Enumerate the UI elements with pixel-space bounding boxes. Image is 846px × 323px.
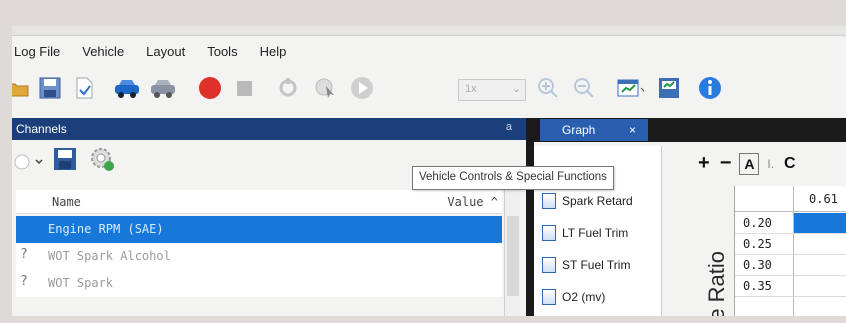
graph-item[interactable]: ST Fuel Trim [542,250,630,280]
app-window: Log File Vehicle Layout Tools Help 1x ⌄ … [12,26,846,316]
table-row[interactable]: 0.25 [735,234,846,255]
channels-scrollbar[interactable] [504,190,520,316]
info-icon[interactable] [696,74,724,102]
zoom-in-icon[interactable] [534,74,562,102]
save-channels-icon[interactable] [52,146,88,177]
vehicle-disconnect-icon[interactable] [148,74,176,102]
remove-button[interactable]: − [720,152,732,175]
column-name[interactable]: Name [52,195,81,209]
table-row[interactable]: 0.20 [735,213,846,234]
graph-controls: + − A I. C [698,152,796,175]
graph-item[interactable]: Spark Retard [542,186,633,216]
graph-item-icon [542,193,556,209]
column-value[interactable]: Value ^ [447,195,498,209]
channels-title: Channels [16,122,67,136]
ratio-table-header: 0.61 [735,186,846,212]
row-value: 0.20 [743,216,772,230]
graph-item[interactable]: O2 (mv) [542,282,605,312]
document-icon[interactable] [70,74,98,102]
close-icon[interactable]: × [629,123,636,137]
record-icon[interactable] [196,74,224,102]
graph-item-icon [542,257,556,273]
open-folder-icon[interactable] [12,74,32,102]
menu-bar: Log File Vehicle Layout Tools Help [12,38,308,64]
tooltip: Vehicle Controls & Special Functions [412,166,614,190]
table-row[interactable]: ? WOT Spark Alcohol [16,243,502,270]
graph-item[interactable]: LT Fuel Trim [542,218,628,248]
channel-name: Engine RPM (SAE) [48,222,164,236]
graph-control-small[interactable]: I. [767,157,774,171]
tab-graph-label: Graph [562,123,596,137]
play-icon[interactable] [348,74,376,102]
sort-up-icon: ^ [490,195,498,209]
channel-settings-icon[interactable] [88,145,124,178]
graph-layout-icon[interactable] [616,74,644,102]
playback-icon[interactable] [312,74,340,102]
stop-icon[interactable] [230,74,258,102]
channels-toolbar [12,144,124,178]
open-channels-icon[interactable] [12,149,52,173]
channels-table-body: Engine RPM (SAE) ? WOT Spark Alcohol ? W… [16,216,502,297]
menu-log-file[interactable]: Log File [14,44,60,59]
vehicle-connect-icon[interactable] [112,74,140,102]
rewind-icon[interactable] [274,74,302,102]
panel-splitter[interactable] [526,118,534,316]
graph-item-label: O2 (mv) [562,290,606,304]
save-icon[interactable] [36,74,64,102]
graph-item-icon [542,289,556,305]
table-row[interactable]: 0.30 [735,255,846,276]
menu-tools[interactable]: Tools [207,44,237,59]
channel-name: WOT Spark Alcohol [48,249,171,263]
menu-help[interactable]: Help [260,44,287,59]
tab-graph[interactable]: Graph × [540,119,648,141]
row-value: 0.25 [743,237,772,251]
row-value: 0.35 [743,279,772,293]
ratio-table: 0.61 0.20 0.25 0.30 0.35 [734,186,846,316]
unknown-status-icon: ? [20,247,28,262]
menu-layout[interactable]: Layout [146,44,185,59]
main-toolbar: 1x ⌄ [12,70,846,110]
table-row[interactable]: Engine RPM (SAE) [16,216,502,243]
header-value: 0.61 [809,192,838,206]
zoom-out-icon[interactable] [570,74,598,102]
save-layout-icon[interactable] [656,74,684,102]
graph-item-icon [542,225,556,241]
table-row[interactable]: ? WOT Spark [16,270,502,297]
scrollbar-thumb[interactable] [507,216,519,296]
auto-button[interactable]: A [739,152,760,175]
channels-panel-header: Channels a [12,118,526,140]
menu-vehicle[interactable]: Vehicle [82,44,124,59]
playback-speed-value: 1x [465,83,477,95]
unknown-status-icon: ? [20,274,28,289]
graph-item-label: Spark Retard [562,194,633,208]
playback-speed-select[interactable]: 1x ⌄ [458,79,526,101]
graph-item-label: LT Fuel Trim [562,226,629,240]
window-title-strip [12,26,846,36]
column-value-label: Value [447,195,484,209]
row-value: 0.30 [743,258,772,272]
channels-table-header: Name Value ^ [16,190,502,214]
graph-control-c[interactable]: C [784,155,796,173]
pin-icon[interactable]: a [506,121,512,133]
channel-name: WOT Spark [48,276,114,290]
add-button[interactable]: + [698,152,710,175]
graph-item-label: ST Fuel Trim [562,258,631,272]
table-row[interactable]: 0.35 [735,276,846,297]
chevron-down-icon: ⌄ [511,83,521,95]
